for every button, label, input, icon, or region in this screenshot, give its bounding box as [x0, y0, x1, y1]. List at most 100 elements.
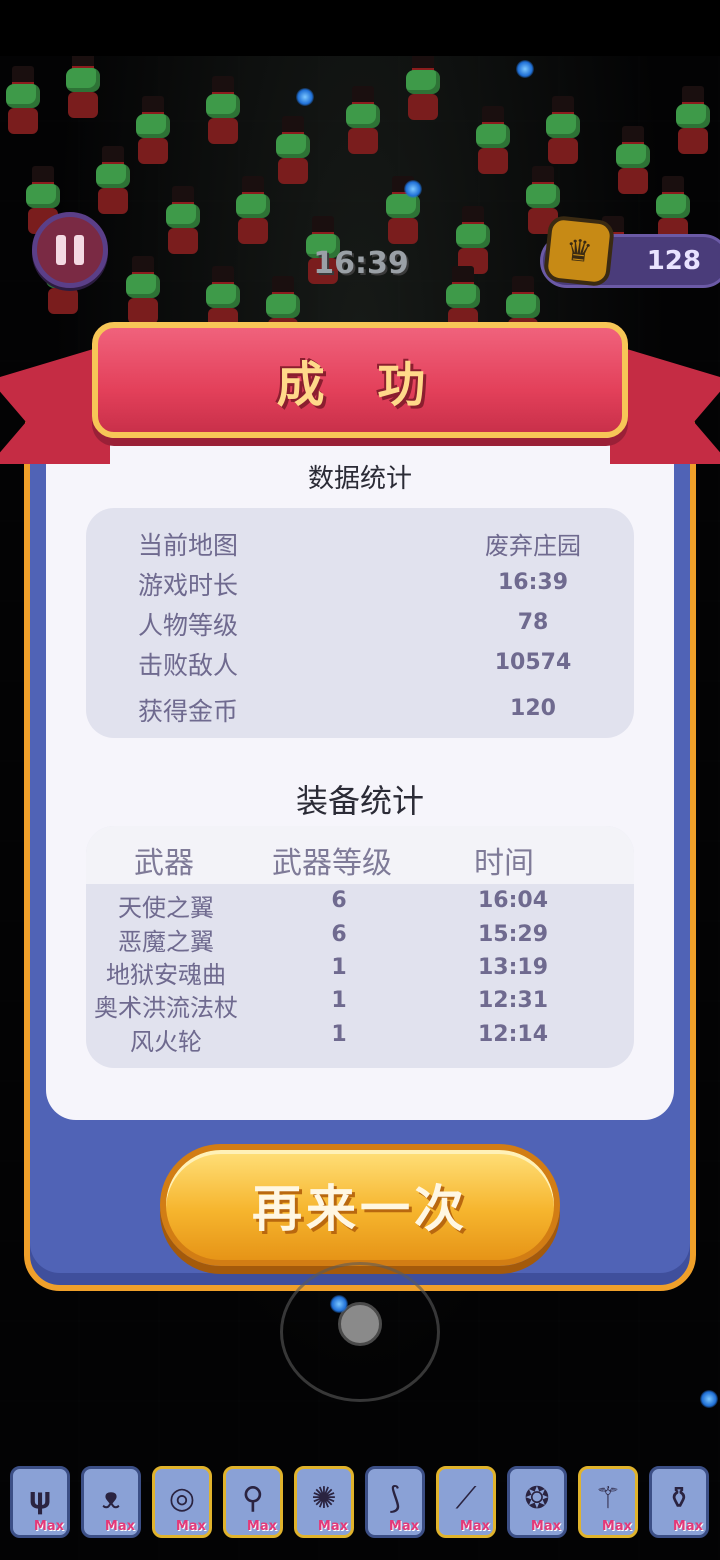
staff-orb-icon: ⚲: [242, 1480, 264, 1516]
weapon-slot[interactable]: ⟋ Max: [436, 1466, 496, 1538]
data-stats-table: 当前地图 废弃庄园 游戏时长 16:39 人物等级 78 击败敌人 10574 …: [86, 508, 634, 738]
weapon-name: 恶魔之翼: [118, 928, 214, 956]
weapon-slot[interactable]: ⚲ Max: [223, 1466, 283, 1538]
coin-count: 128: [646, 246, 701, 276]
result-title: 成 功: [276, 357, 444, 413]
play-again-button[interactable]: 再来一次: [160, 1144, 560, 1266]
zombie: [270, 116, 316, 186]
zombie: [130, 96, 176, 166]
stat-value: 16:39: [497, 570, 569, 595]
weapon-level: 6: [331, 888, 347, 913]
weapon-slot[interactable]: 𝛙 Max: [10, 1466, 70, 1538]
zombie: [160, 186, 206, 256]
weapon-name: 地狱安魂曲: [106, 961, 226, 989]
weapon-time: 15:29: [477, 922, 549, 947]
result-banner: 成 功: [92, 322, 628, 438]
table-header: 武器 武器等级 时间: [86, 826, 634, 884]
weapon-name: 天使之翼: [118, 894, 214, 922]
xp-orb: [700, 1390, 718, 1408]
weapon-time: 16:04: [477, 888, 549, 913]
table-row: 天使之翼 6 16:04: [86, 888, 634, 922]
claw-icon: ⟆: [389, 1480, 401, 1516]
weapon-slot[interactable]: ◎ Max: [152, 1466, 212, 1538]
weapon-time: 12:14: [477, 1022, 549, 1047]
pause-icon: [56, 235, 66, 265]
stat-row: 游戏时长 16:39: [86, 566, 634, 606]
stat-row: 人物等级 78: [86, 606, 634, 646]
weapon-name: 风火轮: [130, 1028, 202, 1056]
weapon-slot[interactable]: ❂ Max: [507, 1466, 567, 1538]
weapon-slot[interactable]: ⚚ Max: [578, 1466, 638, 1538]
zombie: [470, 106, 516, 176]
play-again-label: 再来一次: [252, 1180, 468, 1238]
xp-orb: [330, 1295, 348, 1313]
arcane-staff-icon: ⚚: [594, 1480, 622, 1516]
weapon-time: 12:31: [477, 988, 549, 1013]
weapon-level: 1: [331, 988, 347, 1013]
pause-button[interactable]: [32, 212, 108, 288]
fire-wheel-icon: ✺: [311, 1480, 337, 1516]
weapon-level: 1: [331, 955, 347, 980]
weapon-level: 1: [331, 1022, 347, 1047]
zombie: [90, 146, 136, 216]
potion-icon: ⚱: [666, 1480, 692, 1516]
stat-row: 当前地图 废弃庄园: [86, 526, 634, 566]
stat-value: 废弃庄园: [485, 532, 581, 560]
zombie: [670, 86, 716, 156]
stat-label: 人物等级: [138, 611, 239, 640]
demon-wings-icon: ᴥ: [101, 1480, 121, 1516]
table-row: 风火轮 1 12:14: [86, 1022, 634, 1056]
max-badge: Max: [175, 1519, 206, 1534]
xp-orb: [516, 60, 534, 78]
stat-label: 游戏时长: [138, 571, 239, 600]
data-stats-heading: 数据统计: [307, 464, 412, 494]
weapon-level: 6: [331, 922, 347, 947]
level-column-header: 武器等级: [272, 846, 392, 881]
weapon-column-header: 武器: [134, 846, 194, 881]
stat-label: 获得金币: [138, 697, 239, 726]
weapon-time: 13:19: [477, 955, 549, 980]
stat-row: 获得金币 120: [86, 692, 634, 732]
table-row: 地狱安魂曲 1 13:19: [86, 955, 634, 989]
weapon-slot-bar: 𝛙 Max ᴥ Max ◎ Max ⚲ Max ✺ Max ⟆ Max ⟋ Max ❂ Max ⚚ Max ⚱ Max: [10, 1466, 720, 1540]
zombie-horde: [0, 56, 720, 346]
weapon-slot[interactable]: ⚱ Max: [649, 1466, 709, 1538]
stat-value: 10574: [494, 650, 572, 675]
max-badge: Max: [672, 1519, 703, 1534]
stat-label: 当前地图: [138, 531, 239, 560]
zombie: [0, 66, 46, 136]
zombie: [60, 56, 106, 120]
stat-label: 击败敌人: [138, 651, 239, 680]
weapon-slot[interactable]: ᴥ Max: [81, 1466, 141, 1538]
stat-value: 120: [510, 696, 556, 721]
max-badge: Max: [104, 1519, 135, 1534]
max-badge: Max: [246, 1519, 277, 1534]
weapon-name: 奥术洪流法杖: [94, 994, 238, 1022]
zombie: [400, 56, 446, 122]
zombie: [540, 96, 586, 166]
weapon-slot[interactable]: ⟆ Max: [365, 1466, 425, 1538]
max-badge: Max: [601, 1519, 632, 1534]
max-badge: Max: [317, 1519, 348, 1534]
stat-value: 78: [517, 610, 549, 635]
equipment-stats-heading: 装备统计: [295, 782, 424, 820]
max-badge: Max: [388, 1519, 419, 1534]
zombie: [200, 76, 246, 146]
max-badge: Max: [33, 1519, 64, 1534]
max-badge: Max: [530, 1519, 561, 1534]
requiem-disc-icon: ◎: [168, 1480, 196, 1516]
equipment-stats-table: 武器 武器等级 时间 天使之翼 6 16:04 恶魔之翼 6 15:29 地狱安…: [86, 826, 634, 1068]
table-row: 恶魔之翼 6 15:29: [86, 922, 634, 956]
xp-orb: [404, 180, 422, 198]
table-row: 奥术洪流法杖 1 12:31: [86, 988, 634, 1022]
stat-row: 击败敌人 10574: [86, 646, 634, 686]
zombie: [340, 86, 386, 156]
zombie: [230, 176, 276, 246]
knife-icon: ⟋: [455, 1480, 477, 1516]
time-column-header: 时间: [474, 846, 534, 881]
game-timer: 16:39: [313, 246, 409, 281]
angel-wings-icon: 𝛙: [29, 1480, 51, 1516]
crown-icon: ♛: [542, 214, 616, 288]
max-badge: Max: [459, 1519, 490, 1534]
weapon-slot[interactable]: ✺ Max: [294, 1466, 354, 1538]
